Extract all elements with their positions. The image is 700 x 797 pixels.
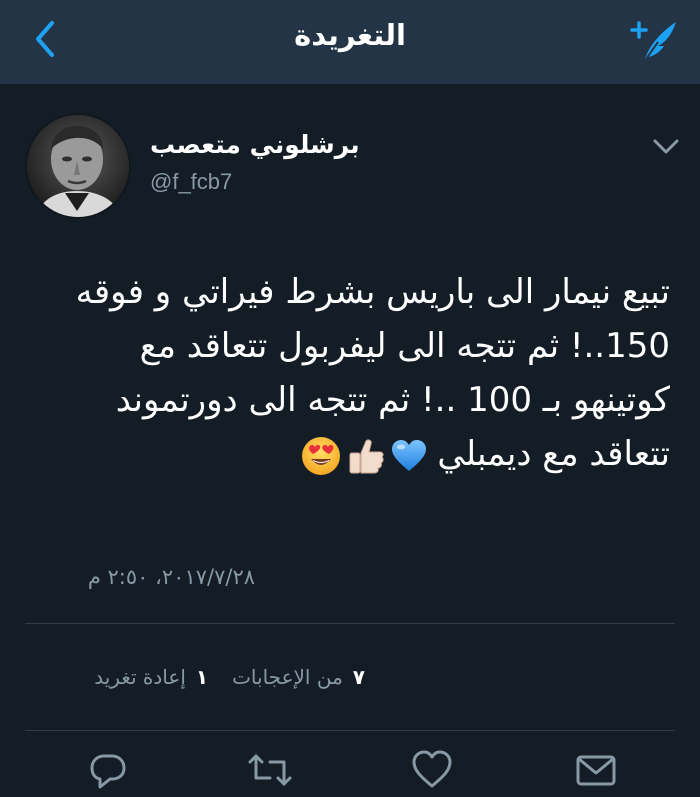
retweets-count[interactable]: ١	[196, 665, 208, 689]
author-handle[interactable]: @f_fcb7	[150, 169, 232, 195]
heart-icon	[412, 750, 452, 788]
tweet-text-line: تتعاقد مع ديمبلي	[10, 427, 670, 481]
avatar-photo	[27, 115, 129, 217]
direct-message-button[interactable]	[574, 748, 618, 792]
tweet-text-line: كوتينهو بـ 100 ..! ثم تتجه الى دورتموند	[115, 380, 670, 420]
tweet-actions-bar	[0, 740, 700, 797]
tweet-timestamp: ٢٠١٧/٧/٢٨، ٢:٥٠ م	[87, 565, 255, 589]
retweets-label[interactable]: إعادة تغريد	[94, 665, 186, 689]
reply-icon	[90, 754, 126, 789]
likes-label[interactable]: من الإعجابات	[232, 665, 343, 689]
thumbs-up-icon	[349, 439, 384, 473]
avatar[interactable]	[25, 113, 131, 219]
chevron-down-icon[interactable]	[652, 138, 680, 156]
page-title: التغريدة	[294, 18, 406, 52]
heart-eyes-icon	[302, 436, 341, 475]
likes-count[interactable]: ٧	[353, 665, 365, 689]
blue-heart-icon	[392, 439, 427, 471]
tweet-text-last: تتعاقد مع ديمبلي	[437, 434, 670, 474]
author-name[interactable]: برشلوني متعصب	[150, 130, 360, 159]
tweet-menu-button[interactable]	[648, 50, 682, 76]
top-navigation-bar: التغريدة	[0, 0, 700, 84]
retweet-icon	[248, 754, 292, 786]
tweet-text-line: 150..! ثم تتجه الى ليفربول تتعاقد مع	[139, 326, 670, 366]
engagement-stats: ٧ من الإعجابات ١ إعادة تغريد	[25, 660, 365, 694]
divider	[25, 623, 675, 624]
retweet-button[interactable]	[246, 748, 292, 792]
divider	[25, 730, 675, 731]
tweet-text-line: تبيع نيمار الى باريس بشرط فيراتي و فوقه	[75, 272, 670, 312]
emoji-group	[301, 436, 427, 476]
envelope-icon	[576, 755, 616, 786]
like-button[interactable]	[410, 748, 454, 792]
reply-button[interactable]	[86, 748, 130, 792]
tweet-text: تبيع نيمار الى باريس بشرط فيراتي و فوقه …	[10, 265, 670, 481]
